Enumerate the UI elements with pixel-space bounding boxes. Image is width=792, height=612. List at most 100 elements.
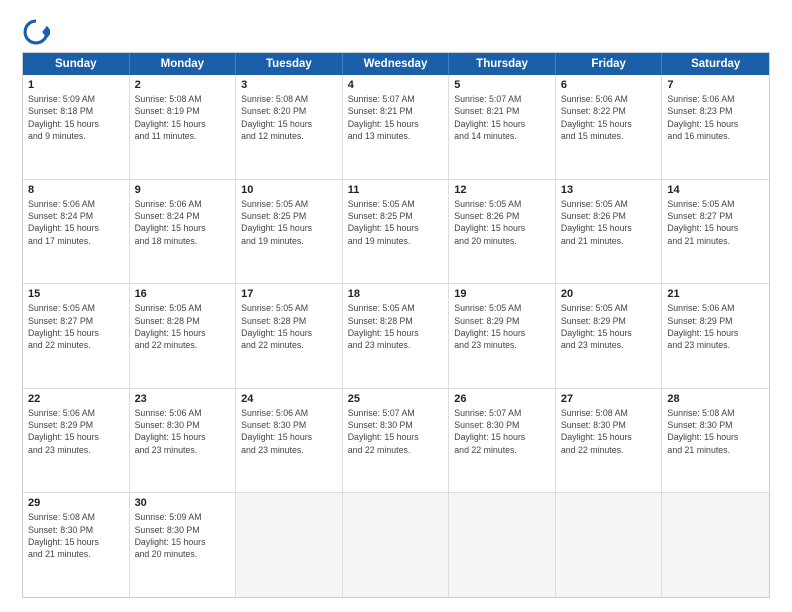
calendar-cell: 8Sunrise: 5:06 AMSunset: 8:24 PMDaylight… xyxy=(23,180,130,284)
calendar-cell: 27 Sunrise: 5:08 AMSunset: 8:30 PMDayligh… xyxy=(556,389,663,493)
calendar-cell: 4 Sunrise: 5:07 AMSunset: 8:21 PMDaylight… xyxy=(343,75,450,179)
page: SundayMondayTuesdayWednesdayThursdayFrid… xyxy=(0,0,792,612)
cell-day-number: 29 xyxy=(28,497,124,509)
cell-sun-info: Sunrise: 5:06 AMSunset: 8:29 PMDaylight:… xyxy=(28,407,124,456)
cell-day-number: 4 xyxy=(348,79,444,91)
cell-sun-info: Sunrise: 5:05 AMSunset: 8:27 PMDaylight:… xyxy=(667,198,764,247)
cell-sun-info: Sunrise: 5:06 AMSunset: 8:30 PMDaylight:… xyxy=(241,407,337,456)
cell-sun-info: Sunrise: 5:07 AMSunset: 8:30 PMDaylight:… xyxy=(348,407,444,456)
calendar-cell: 22 Sunrise: 5:06 AMSunset: 8:29 PMDayligh… xyxy=(23,389,130,493)
header-day-tuesday: Tuesday xyxy=(236,53,343,75)
cell-sun-info: Sunrise: 5:05 AMSunset: 8:29 PMDaylight:… xyxy=(454,302,550,351)
calendar-cell: 14 Sunrise: 5:05 AMSunset: 8:27 PMDayligh… xyxy=(662,180,769,284)
cell-day-number: 6 xyxy=(561,79,657,91)
cell-day-number: 11 xyxy=(348,184,444,196)
cell-sun-info: Sunrise: 5:05 AMSunset: 8:25 PMDaylight:… xyxy=(348,198,444,247)
calendar-cell: 3 Sunrise: 5:08 AMSunset: 8:20 PMDaylight… xyxy=(236,75,343,179)
calendar-cell: 18Sunrise: 5:05 AMSunset: 8:28 PMDayligh… xyxy=(343,284,450,388)
cell-day-number: 12 xyxy=(454,184,550,196)
calendar-cell: 21Sunrise: 5:06 AMSunset: 8:29 PMDayligh… xyxy=(662,284,769,388)
cell-sun-info: Sunrise: 5:08 AMSunset: 8:30 PMDaylight:… xyxy=(28,511,124,560)
calendar-body: 1 Sunrise: 5:09 AMSunset: 8:18 PMDaylight… xyxy=(23,75,769,597)
cell-day-number: 7 xyxy=(667,79,764,91)
calendar-cell xyxy=(236,493,343,597)
cell-sun-info: Sunrise: 5:06 AMSunset: 8:23 PMDaylight:… xyxy=(667,93,764,142)
cell-day-number: 10 xyxy=(241,184,337,196)
logo xyxy=(22,18,54,46)
calendar-cell: 7 Sunrise: 5:06 AMSunset: 8:23 PMDaylight… xyxy=(662,75,769,179)
cell-day-number: 3 xyxy=(241,79,337,91)
cell-sun-info: Sunrise: 5:06 AMSunset: 8:24 PMDaylight:… xyxy=(135,198,231,247)
cell-day-number: 5 xyxy=(454,79,550,91)
calendar-cell: 17Sunrise: 5:05 AMSunset: 8:28 PMDayligh… xyxy=(236,284,343,388)
cell-day-number: 21 xyxy=(667,288,764,300)
cell-sun-info: Sunrise: 5:07 AMSunset: 8:21 PMDaylight:… xyxy=(454,93,550,142)
cell-sun-info: Sunrise: 5:05 AMSunset: 8:26 PMDaylight:… xyxy=(561,198,657,247)
calendar: SundayMondayTuesdayWednesdayThursdayFrid… xyxy=(22,52,770,598)
cell-day-number: 15 xyxy=(28,288,124,300)
header-day-monday: Monday xyxy=(130,53,237,75)
cell-day-number: 16 xyxy=(135,288,231,300)
cell-sun-info: Sunrise: 5:05 AMSunset: 8:28 PMDaylight:… xyxy=(348,302,444,351)
cell-day-number: 19 xyxy=(454,288,550,300)
cell-day-number: 28 xyxy=(667,393,764,405)
calendar-cell: 20 Sunrise: 5:05 AMSunset: 8:29 PMDayligh… xyxy=(556,284,663,388)
cell-day-number: 14 xyxy=(667,184,764,196)
cell-sun-info: Sunrise: 5:09 AMSunset: 8:30 PMDaylight:… xyxy=(135,511,231,560)
cell-sun-info: Sunrise: 5:08 AMSunset: 8:20 PMDaylight:… xyxy=(241,93,337,142)
cell-day-number: 1 xyxy=(28,79,124,91)
calendar-header: SundayMondayTuesdayWednesdayThursdayFrid… xyxy=(23,53,769,75)
calendar-row-3: 15 Sunrise: 5:05 AMSunset: 8:27 PMDayligh… xyxy=(23,283,769,388)
cell-day-number: 26 xyxy=(454,393,550,405)
cell-day-number: 20 xyxy=(561,288,657,300)
cell-day-number: 23 xyxy=(135,393,231,405)
calendar-cell: 23 Sunrise: 5:06 AMSunset: 8:30 PMDayligh… xyxy=(130,389,237,493)
cell-sun-info: Sunrise: 5:05 AMSunset: 8:27 PMDaylight:… xyxy=(28,302,124,351)
cell-sun-info: Sunrise: 5:08 AMSunset: 8:30 PMDaylight:… xyxy=(561,407,657,456)
cell-day-number: 13 xyxy=(561,184,657,196)
calendar-row-5: 29 Sunrise: 5:08 AMSunset: 8:30 PMDayligh… xyxy=(23,492,769,597)
cell-sun-info: Sunrise: 5:05 AMSunset: 8:26 PMDaylight:… xyxy=(454,198,550,247)
cell-day-number: 24 xyxy=(241,393,337,405)
calendar-cell: 6 Sunrise: 5:06 AMSunset: 8:22 PMDaylight… xyxy=(556,75,663,179)
cell-sun-info: Sunrise: 5:09 AMSunset: 8:18 PMDaylight:… xyxy=(28,93,124,142)
calendar-cell: 19 Sunrise: 5:05 AMSunset: 8:29 PMDayligh… xyxy=(449,284,556,388)
cell-sun-info: Sunrise: 5:07 AMSunset: 8:30 PMDaylight:… xyxy=(454,407,550,456)
header-day-sunday: Sunday xyxy=(23,53,130,75)
header-day-friday: Friday xyxy=(556,53,663,75)
cell-day-number: 25 xyxy=(348,393,444,405)
calendar-cell: 29 Sunrise: 5:08 AMSunset: 8:30 PMDayligh… xyxy=(23,493,130,597)
cell-sun-info: Sunrise: 5:07 AMSunset: 8:21 PMDaylight:… xyxy=(348,93,444,142)
calendar-cell: 15 Sunrise: 5:05 AMSunset: 8:27 PMDayligh… xyxy=(23,284,130,388)
cell-day-number: 22 xyxy=(28,393,124,405)
calendar-cell: 24 Sunrise: 5:06 AMSunset: 8:30 PMDayligh… xyxy=(236,389,343,493)
calendar-cell: 9 Sunrise: 5:06 AMSunset: 8:24 PMDaylight… xyxy=(130,180,237,284)
calendar-cell: 10 Sunrise: 5:05 AMSunset: 8:25 PMDayligh… xyxy=(236,180,343,284)
calendar-cell: 2 Sunrise: 5:08 AMSunset: 8:19 PMDaylight… xyxy=(130,75,237,179)
calendar-cell xyxy=(449,493,556,597)
cell-sun-info: Sunrise: 5:05 AMSunset: 8:28 PMDaylight:… xyxy=(241,302,337,351)
calendar-cell: 25 Sunrise: 5:07 AMSunset: 8:30 PMDayligh… xyxy=(343,389,450,493)
cell-sun-info: Sunrise: 5:08 AMSunset: 8:19 PMDaylight:… xyxy=(135,93,231,142)
cell-sun-info: Sunrise: 5:06 AMSunset: 8:22 PMDaylight:… xyxy=(561,93,657,142)
cell-day-number: 2 xyxy=(135,79,231,91)
calendar-row-1: 1 Sunrise: 5:09 AMSunset: 8:18 PMDaylight… xyxy=(23,75,769,179)
cell-day-number: 30 xyxy=(135,497,231,509)
header xyxy=(22,18,770,46)
calendar-row-2: 8 Sunrise: 5:06 AMSunset: 8:24 PMDaylight… xyxy=(23,179,769,284)
cell-day-number: 27 xyxy=(561,393,657,405)
cell-sun-info: Sunrise: 5:08 AMSunset: 8:30 PMDaylight:… xyxy=(667,407,764,456)
header-day-saturday: Saturday xyxy=(662,53,769,75)
logo-icon xyxy=(22,18,50,46)
cell-day-number: 9 xyxy=(135,184,231,196)
cell-sun-info: Sunrise: 5:05 AMSunset: 8:25 PMDaylight:… xyxy=(241,198,337,247)
cell-day-number: 8 xyxy=(28,184,124,196)
calendar-cell xyxy=(343,493,450,597)
cell-sun-info: Sunrise: 5:06 AMSunset: 8:30 PMDaylight:… xyxy=(135,407,231,456)
header-day-wednesday: Wednesday xyxy=(343,53,450,75)
calendar-cell: 26 Sunrise: 5:07 AMSunset: 8:30 PMDayligh… xyxy=(449,389,556,493)
calendar-cell: 30 Sunrise: 5:09 AMSunset: 8:30 PMDayligh… xyxy=(130,493,237,597)
calendar-cell: 16 Sunrise: 5:05 AMSunset: 8:28 PMDayligh… xyxy=(130,284,237,388)
cell-sun-info: Sunrise: 5:05 AMSunset: 8:28 PMDaylight:… xyxy=(135,302,231,351)
cell-sun-info: Sunrise: 5:05 AMSunset: 8:29 PMDaylight:… xyxy=(561,302,657,351)
